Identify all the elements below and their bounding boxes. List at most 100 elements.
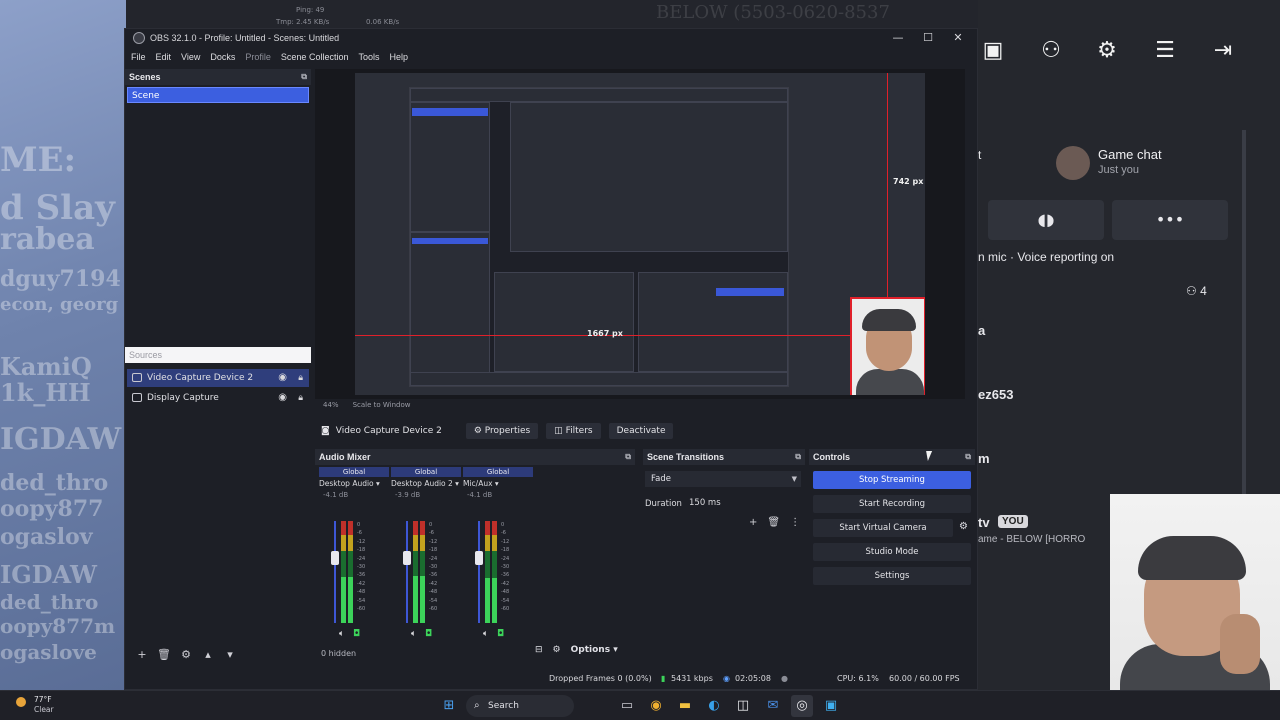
preview-area[interactable]: 1667 px 742 px (315, 69, 965, 399)
overlay-text: BELOW (5503-0620-8537 (656, 2, 890, 23)
windows-start-icon[interactable]: ⊞ (438, 695, 460, 717)
deactivate-button[interactable]: Deactivate (608, 423, 674, 439)
move-down-icon[interactable]: ▾ (219, 648, 241, 661)
context-bar: ◙ Video Capture Device 2 ⚙ Properties ◫ … (315, 421, 965, 441)
duration-input[interactable]: 150 ms (683, 495, 801, 511)
advanced-settings-icon[interactable]: ⚙ (553, 645, 561, 655)
move-up-icon[interactable]: ▴ (197, 648, 219, 661)
store-icon[interactable]: ◫ (732, 695, 754, 717)
speaker-icon[interactable]: 🔈︎ (483, 629, 488, 639)
lock-icon[interactable]: 🔒︎ (298, 389, 303, 407)
eye-icon[interactable]: ◉ (278, 369, 287, 387)
start-virtual-camera-button[interactable]: Start Virtual Camera (813, 519, 953, 537)
height-label: 742 px (893, 177, 924, 186)
volume-knob[interactable] (403, 551, 411, 565)
close-button[interactable]: ✕ (943, 29, 973, 47)
menu-docks[interactable]: Docks (210, 52, 235, 62)
scale-mode[interactable]: Scale to Window (353, 401, 411, 413)
scrollbar[interactable] (1242, 130, 1246, 510)
headphones-icon[interactable]: ◘ (425, 629, 432, 639)
channel-name[interactable]: Mic/Aux ▾ (463, 479, 533, 488)
settings-icon[interactable]: ⚙ (1092, 36, 1122, 66)
taskbar-search[interactable]: ⌕ Search (466, 695, 574, 717)
volume-knob[interactable] (475, 551, 483, 565)
level-fill (341, 577, 346, 623)
edge-icon[interactable]: ◐ (703, 695, 725, 717)
headphones-icon[interactable]: ◘ (353, 629, 360, 639)
fps: 60.00 / 60.00 FPS (889, 674, 960, 683)
popout-icon[interactable]: ⧉ (965, 449, 971, 465)
options-button[interactable]: Options ▾ (571, 645, 618, 655)
chat-icon[interactable]: ▣ (978, 36, 1008, 66)
headset-button[interactable]: ◖◗ (988, 200, 1104, 240)
source-item-display-capture[interactable]: Display Capture ◉ 🔒︎ (127, 389, 309, 407)
filters-button[interactable]: ◫ Filters (546, 423, 601, 439)
nested-capture (409, 87, 789, 387)
file-explorer-icon[interactable]: ▬ (674, 695, 696, 717)
popout-icon[interactable]: ⧉ (301, 69, 307, 85)
transition-select[interactable]: Fade ▼ (645, 471, 801, 487)
transitions-title: Scene Transitions ⧉ (643, 449, 805, 465)
properties-button[interactable]: ⚙ Properties (465, 423, 539, 439)
menu-edit[interactable]: Edit (156, 52, 172, 62)
preview-canvas[interactable]: 1667 px 742 px (355, 73, 925, 395)
menu-view[interactable]: View (181, 52, 200, 62)
lock-icon[interactable]: 🔒︎ (298, 369, 303, 387)
ghost-text: ME: (0, 140, 77, 180)
trash-icon[interactable]: 🗑︎ (153, 648, 175, 661)
selected-source-name: Video Capture Device 2 (335, 426, 442, 436)
start-recording-button[interactable]: Start Recording (813, 495, 971, 513)
app-icon[interactable]: ▣ (820, 695, 842, 717)
mail-icon[interactable]: ✉ (762, 695, 784, 717)
search-label: Search (488, 701, 519, 711)
zoom-level[interactable]: 44% (323, 401, 339, 413)
virtual-camera-gear-icon[interactable]: ⚙ (959, 521, 968, 532)
volume-slider[interactable] (478, 521, 480, 623)
volume-knob[interactable] (331, 551, 339, 565)
add-icon[interactable]: + (749, 517, 757, 528)
eye-icon[interactable]: ◉ (278, 389, 287, 407)
volume-slider[interactable] (406, 521, 408, 623)
speaker-icon[interactable]: 🔈︎ (411, 629, 416, 639)
record-icon: ● (781, 674, 788, 683)
obs-taskbar-icon[interactable]: ◎ (791, 695, 813, 717)
settings-button[interactable]: Settings (813, 567, 971, 585)
more-icon[interactable]: ⋮ (790, 517, 800, 528)
transition-value: Fade (651, 474, 671, 484)
gear-icon[interactable]: ⚙ (175, 648, 197, 661)
menu-icon[interactable]: ☰ (1150, 36, 1180, 66)
source-item-video-capture[interactable]: Video Capture Device 2 ◉ 🔒︎ (127, 369, 309, 387)
channel-db: -4.1 dB (323, 491, 349, 499)
add-friend-icon[interactable]: ⚇ (1036, 36, 1066, 66)
headphones-icon[interactable]: ◘ (497, 629, 504, 639)
menu-scene-collection[interactable]: Scene Collection (281, 52, 349, 62)
trash-icon[interactable]: 🗑︎ (767, 517, 780, 528)
add-icon[interactable]: + (131, 648, 153, 661)
layout-icon[interactable]: ⊟ (535, 645, 543, 655)
menu-help[interactable]: Help (389, 52, 408, 62)
title-bar[interactable]: OBS 32.1.0 - Profile: Untitled - Scenes:… (125, 29, 977, 47)
stop-streaming-button[interactable]: Stop Streaming (813, 471, 971, 489)
menu-tools[interactable]: Tools (358, 52, 379, 62)
selected-source-box[interactable] (850, 297, 925, 395)
task-view-icon[interactable]: ▭ (616, 695, 638, 717)
search-icon: ⌕ (474, 700, 480, 711)
channel-name[interactable]: Desktop Audio 2 ▾ (391, 479, 461, 488)
menu-profile[interactable]: Profile (245, 52, 271, 62)
menu-file[interactable]: File (131, 52, 146, 62)
hidden-count[interactable]: 0 hidden (321, 649, 356, 658)
popout-icon[interactable]: ⧉ (795, 449, 801, 465)
chrome-icon[interactable]: ◉ (645, 695, 667, 717)
exit-icon[interactable]: ⇥ (1208, 36, 1238, 66)
studio-mode-button[interactable]: Studio Mode (813, 543, 971, 561)
more-button[interactable]: ••• (1112, 200, 1228, 240)
popout-icon[interactable]: ⧉ (625, 449, 631, 465)
maximize-button[interactable]: ☐ (913, 29, 943, 47)
member-name: tv (978, 515, 990, 530)
volume-slider[interactable] (334, 521, 336, 623)
channel-name[interactable]: Desktop Audio ▾ (319, 479, 389, 488)
minimize-button[interactable]: — (883, 29, 913, 47)
speaker-icon[interactable]: 🔈︎ (339, 629, 344, 639)
ghost-text: KamiQ (0, 352, 92, 381)
scene-item[interactable]: Scene (127, 87, 309, 103)
